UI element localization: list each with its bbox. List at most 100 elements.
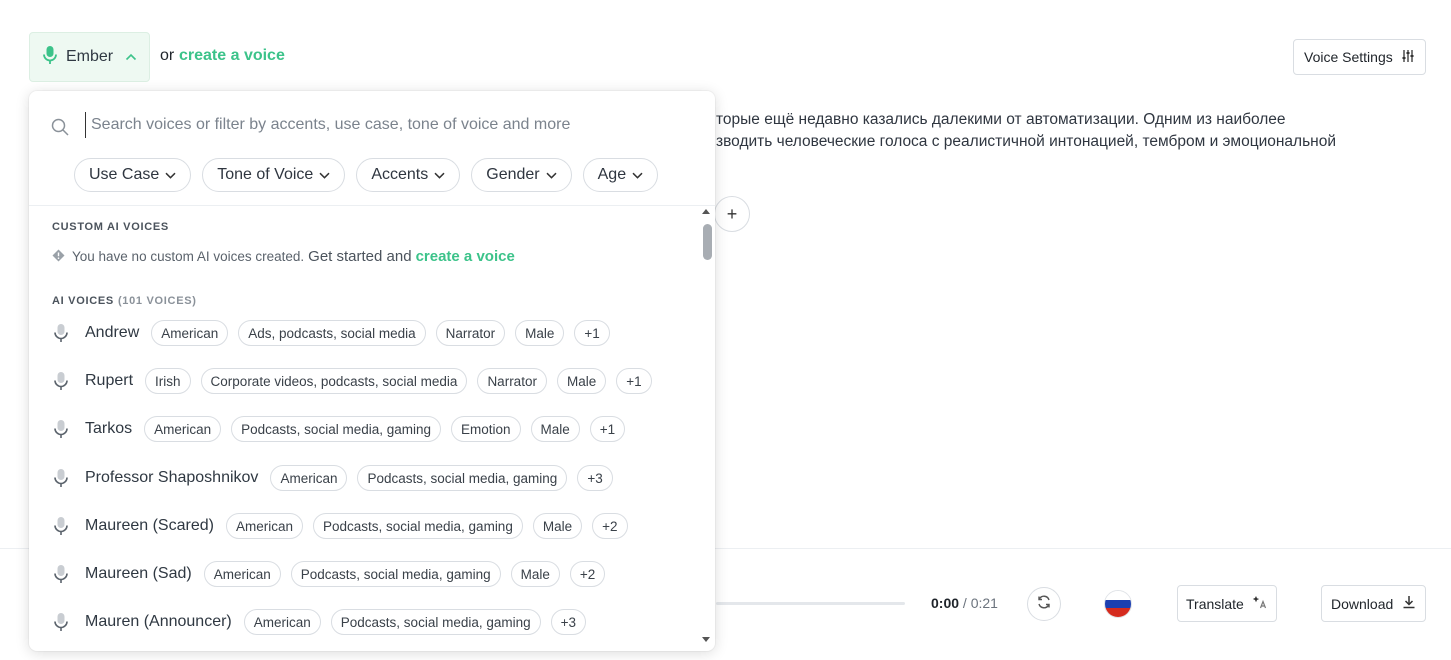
progress-bar[interactable] xyxy=(716,602,905,605)
microphone-icon xyxy=(51,468,71,488)
voice-tag: +3 xyxy=(550,609,587,635)
current-time: 0:00 xyxy=(931,595,960,611)
microphone-icon xyxy=(42,45,58,70)
translate-button[interactable]: Translate xyxy=(1177,585,1277,622)
voice-tag: Male xyxy=(515,320,565,346)
filter-use-case[interactable]: Use Case xyxy=(74,158,192,192)
voice-name: Rupert xyxy=(85,372,134,389)
filter-tone-of-voice[interactable]: Tone of Voice xyxy=(202,158,346,192)
filter-label: Age xyxy=(597,166,627,183)
microphone-icon xyxy=(51,516,71,536)
filter-label: Use Case xyxy=(89,166,160,183)
filter-label: Accents xyxy=(371,166,429,183)
download-button[interactable]: Download xyxy=(1321,585,1426,622)
voice-name: Tarkos xyxy=(85,420,133,437)
voice-tag: +1 xyxy=(616,368,652,394)
voice-settings-button[interactable]: Voice Settings xyxy=(1293,39,1426,75)
microphone-icon xyxy=(51,323,71,343)
create-voice-link[interactable]: create a voice xyxy=(179,47,285,65)
voice-list-item[interactable]: Rupert Irish Corporate videos, podcasts, s… xyxy=(51,368,662,394)
info-icon xyxy=(52,249,65,265)
chevron-down-icon xyxy=(632,166,643,184)
voice-tag: Podcasts, social media, gaming xyxy=(357,465,568,491)
add-block-button[interactable]: + xyxy=(714,196,750,232)
voice-tag: American xyxy=(203,561,281,587)
filter-age[interactable]: Age xyxy=(582,158,659,192)
custom-note-text: You have no custom AI voices created. xyxy=(72,249,305,264)
filter-accents[interactable]: Accents xyxy=(356,158,461,192)
voice-list-item[interactable]: Mauren (Announcer) American Podcasts, soci… xyxy=(51,609,596,635)
voice-tag: Podcasts, social media, gaming xyxy=(290,561,501,587)
filter-bar: Use Case Tone of Voice Accents Gender Ag… xyxy=(74,158,659,192)
voice-list-item[interactable]: Tarkos American Podcasts, social media, ga… xyxy=(51,416,635,442)
voice-tag: American xyxy=(144,416,222,442)
voice-name: Maureen (Scared) xyxy=(85,517,214,534)
voice-name: Professor Shaposhnikov xyxy=(85,469,259,486)
filter-gender[interactable]: Gender xyxy=(471,158,572,192)
voice-tag: American xyxy=(243,609,321,635)
editor-line: торые ещё недавно казались далекими от а… xyxy=(716,111,1286,128)
custom-note-lead: Get started and xyxy=(308,248,412,265)
voice-tag: Male xyxy=(556,368,607,394)
voice-list-item[interactable]: Maureen (Sad) American Podcasts, social me… xyxy=(51,561,615,587)
section-label: CUSTOM AI VOICES xyxy=(52,221,169,233)
chevron-down-icon xyxy=(319,166,330,184)
voice-tag: +2 xyxy=(569,561,606,587)
voice-tag: Podcasts, social media, gaming xyxy=(330,609,541,635)
chevron-down-icon xyxy=(546,166,557,184)
app-root: Ember or create a voice Voice Settings т… xyxy=(0,0,1451,660)
voice-name: Andrew xyxy=(85,324,140,341)
microphone-icon xyxy=(51,371,71,391)
voice-tag: Corporate videos, podcasts, social media xyxy=(200,368,468,394)
voice-count: (101 VOICES) xyxy=(117,295,197,307)
custom-voices-empty-note: You have no custom AI voices created. Ge… xyxy=(52,248,515,265)
download-label: Download xyxy=(1331,595,1394,612)
voice-list-item[interactable]: Maureen (Scared) American Podcasts, social… xyxy=(51,513,638,539)
voice-tag: Podcasts, social media, gaming xyxy=(231,416,441,442)
voice-tag: +1 xyxy=(574,320,610,346)
voice-tag: Narrator xyxy=(477,368,547,394)
voice-name: Maureen (Sad) xyxy=(85,565,192,582)
translate-icon xyxy=(1252,594,1268,613)
time-display: 0:00 / 0:21 xyxy=(931,595,998,611)
voice-list-item[interactable]: Andrew American Ads, podcasts, social medi… xyxy=(51,320,620,346)
ai-voices-heading: AI VOICES (101 VOICES) xyxy=(52,295,197,307)
translate-label: Translate xyxy=(1186,595,1244,612)
voice-tag: Podcasts, social media, gaming xyxy=(312,513,523,539)
voice-tag: Male xyxy=(530,416,580,442)
chevron-up-icon xyxy=(125,48,137,66)
voice-tag: Male xyxy=(532,513,583,539)
voice-settings-label: Voice Settings xyxy=(1304,49,1393,65)
scroll-up-arrow[interactable] xyxy=(702,209,710,214)
voice-tag: +2 xyxy=(592,513,628,539)
editor-text[interactable]: торые ещё недавно казались далекими от а… xyxy=(716,109,1336,153)
microphone-icon xyxy=(51,612,71,632)
loop-button[interactable] xyxy=(1027,587,1061,621)
microphone-icon xyxy=(51,564,71,584)
total-time: 0:21 xyxy=(970,595,998,611)
voice-tag: Irish xyxy=(145,368,191,394)
search-icon xyxy=(51,118,69,141)
scrollbar-thumb[interactable] xyxy=(703,224,712,260)
selected-voice-name: Ember xyxy=(66,48,114,65)
create-voice-link-secondary[interactable]: create a voice xyxy=(416,248,515,265)
filter-label: Tone of Voice xyxy=(217,166,314,183)
custom-voices-heading: CUSTOM AI VOICES xyxy=(52,221,169,233)
refresh-icon xyxy=(1036,594,1052,615)
time-separator: / xyxy=(959,595,971,611)
voice-list-item[interactable]: Professor Shaposhnikov American Podcasts, … xyxy=(51,465,623,491)
sliders-icon xyxy=(1401,49,1415,66)
voice-tag: +1 xyxy=(589,416,626,442)
scroll-down-arrow[interactable] xyxy=(702,637,710,642)
voice-tag: +3 xyxy=(577,465,613,491)
russia-flag-icon[interactable] xyxy=(1104,590,1132,618)
voice-tag: Male xyxy=(510,561,560,587)
voice-picker-dropdown: Use Case Tone of Voice Accents Gender Ag… xyxy=(29,91,715,651)
chevron-down-icon xyxy=(165,166,176,184)
voice-selector-button[interactable]: Ember xyxy=(29,32,150,82)
voice-search-input[interactable] xyxy=(85,112,685,138)
download-icon xyxy=(1402,595,1416,612)
or-text: or xyxy=(160,47,175,64)
voice-tag: American xyxy=(151,320,229,346)
voice-tag: American xyxy=(270,465,348,491)
